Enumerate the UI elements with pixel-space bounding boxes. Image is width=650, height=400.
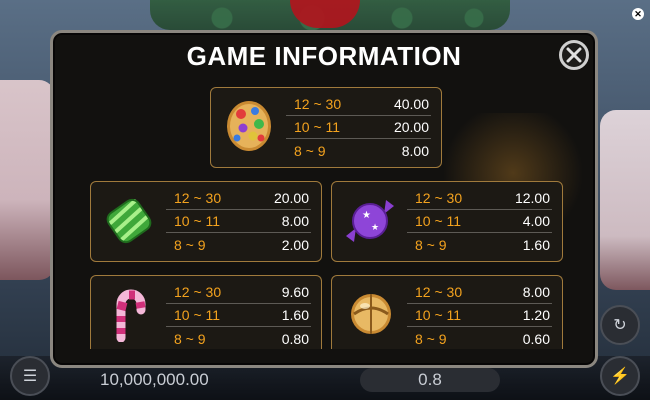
left-side-panel-background	[0, 80, 55, 280]
payout-value: 1.60	[522, 236, 550, 253]
payout-row: 10 ~ 11 1.60	[166, 304, 311, 327]
payout-value: 20.00	[393, 119, 429, 135]
count-range: 12 ~ 30	[174, 190, 222, 206]
turbo-button[interactable]: ⚡	[600, 356, 640, 396]
payout-row: 12 ~ 30 40.00	[286, 93, 431, 116]
balance-display: 10,000,000.00	[100, 370, 209, 389]
payout-value: 1.60	[281, 307, 309, 323]
paytable-card: 12 ~ 30 40.00 10 ~ 11 20.00 8 ~ 9 8.00	[210, 87, 442, 168]
payout-value: 12.00	[514, 190, 550, 206]
payout-row: 10 ~ 11 20.00	[286, 116, 431, 139]
count-range: 12 ~ 30	[294, 96, 342, 112]
payout-row: 12 ~ 30 8.00	[407, 281, 552, 304]
payout-row: 10 ~ 11 8.00	[166, 210, 311, 233]
bet-value: 0.8	[418, 370, 442, 389]
payout-value: 0.60	[522, 330, 550, 347]
svg-text:★: ★	[371, 223, 379, 233]
paytable-card: ★ ★ 12 ~ 30 12.00 10 ~ 11 4.00 8 ~ 9 1.6…	[331, 181, 563, 262]
window-close-icon[interactable]: ✕	[632, 8, 644, 20]
payout-row: 10 ~ 11 4.00	[407, 210, 552, 233]
dialog-title: GAME INFORMATION	[186, 41, 462, 71]
count-range: 8 ~ 9	[174, 330, 206, 347]
payout-row: 8 ~ 9 2.00	[166, 233, 311, 256]
count-range: 10 ~ 11	[415, 307, 462, 323]
payout-value: 20.00	[273, 190, 309, 206]
svg-text:★: ★	[362, 210, 371, 221]
payout-row: 8 ~ 9 0.80	[166, 327, 311, 350]
payout-row: 8 ~ 9 0.60	[407, 327, 552, 350]
bet-stepper[interactable]: 0.8	[360, 368, 500, 392]
payout-row: 8 ~ 9 8.00	[286, 139, 431, 162]
paytable-card: 12 ~ 30 8.00 10 ~ 11 1.20 8 ~ 9 0.60	[331, 275, 563, 349]
count-range: 12 ~ 30	[415, 190, 463, 206]
purple-wrapped-candy-icon: ★ ★	[346, 200, 394, 242]
count-range: 10 ~ 11	[294, 119, 341, 135]
count-range: 10 ~ 11	[174, 307, 221, 323]
payout-row: 8 ~ 9 1.60	[407, 233, 552, 256]
payout-value: 0.80	[281, 330, 309, 347]
payout-value: 8.00	[281, 213, 309, 229]
payout-row: 10 ~ 11 1.20	[407, 304, 552, 327]
payout-value: 2.00	[281, 236, 309, 253]
count-range: 12 ~ 30	[415, 284, 463, 300]
game-information-dialog: GAME INFORMATION 12 ~ 30 40.00 10 ~ 11 2…	[50, 30, 598, 368]
count-range: 8 ~ 9	[294, 142, 326, 159]
count-range: 8 ~ 9	[415, 330, 447, 347]
paytable-card: 12 ~ 30 9.60 10 ~ 11 1.60 8 ~ 9 0.80	[90, 275, 322, 349]
payout-value: 8.00	[522, 284, 550, 300]
payout-value: 1.20	[522, 307, 550, 323]
count-range: 12 ~ 30	[174, 284, 222, 300]
menu-button[interactable]: ☰	[10, 356, 50, 396]
cookie-candy-icon	[227, 101, 271, 151]
payout-value: 4.00	[522, 213, 550, 229]
hamburger-icon: ☰	[22, 368, 38, 385]
close-button[interactable]	[559, 40, 589, 70]
gold-bell-candy-icon	[351, 294, 391, 334]
green-striped-candy-icon	[106, 198, 152, 244]
autoplay-button[interactable]: ↻	[600, 305, 640, 345]
payout-value: 9.60	[281, 284, 309, 300]
payout-value: 40.00	[393, 96, 429, 112]
paytable-card: 12 ~ 30 20.00 10 ~ 11 8.00 8 ~ 9 2.00	[90, 181, 322, 262]
count-range: 8 ~ 9	[415, 236, 447, 253]
payout-row: 12 ~ 30 20.00	[166, 187, 311, 210]
payout-row: 12 ~ 30 9.60	[166, 281, 311, 304]
candy-cane-icon	[116, 289, 146, 342]
payout-row: 12 ~ 30 12.00	[407, 187, 552, 210]
count-range: 10 ~ 11	[174, 213, 221, 229]
close-icon	[566, 47, 582, 63]
payout-value: 8.00	[401, 142, 429, 159]
count-range: 10 ~ 11	[415, 213, 462, 229]
refresh-icon: ↻	[613, 317, 627, 334]
lightning-icon: ⚡	[610, 368, 630, 385]
right-side-panel-background	[600, 110, 650, 290]
count-range: 8 ~ 9	[174, 236, 206, 253]
